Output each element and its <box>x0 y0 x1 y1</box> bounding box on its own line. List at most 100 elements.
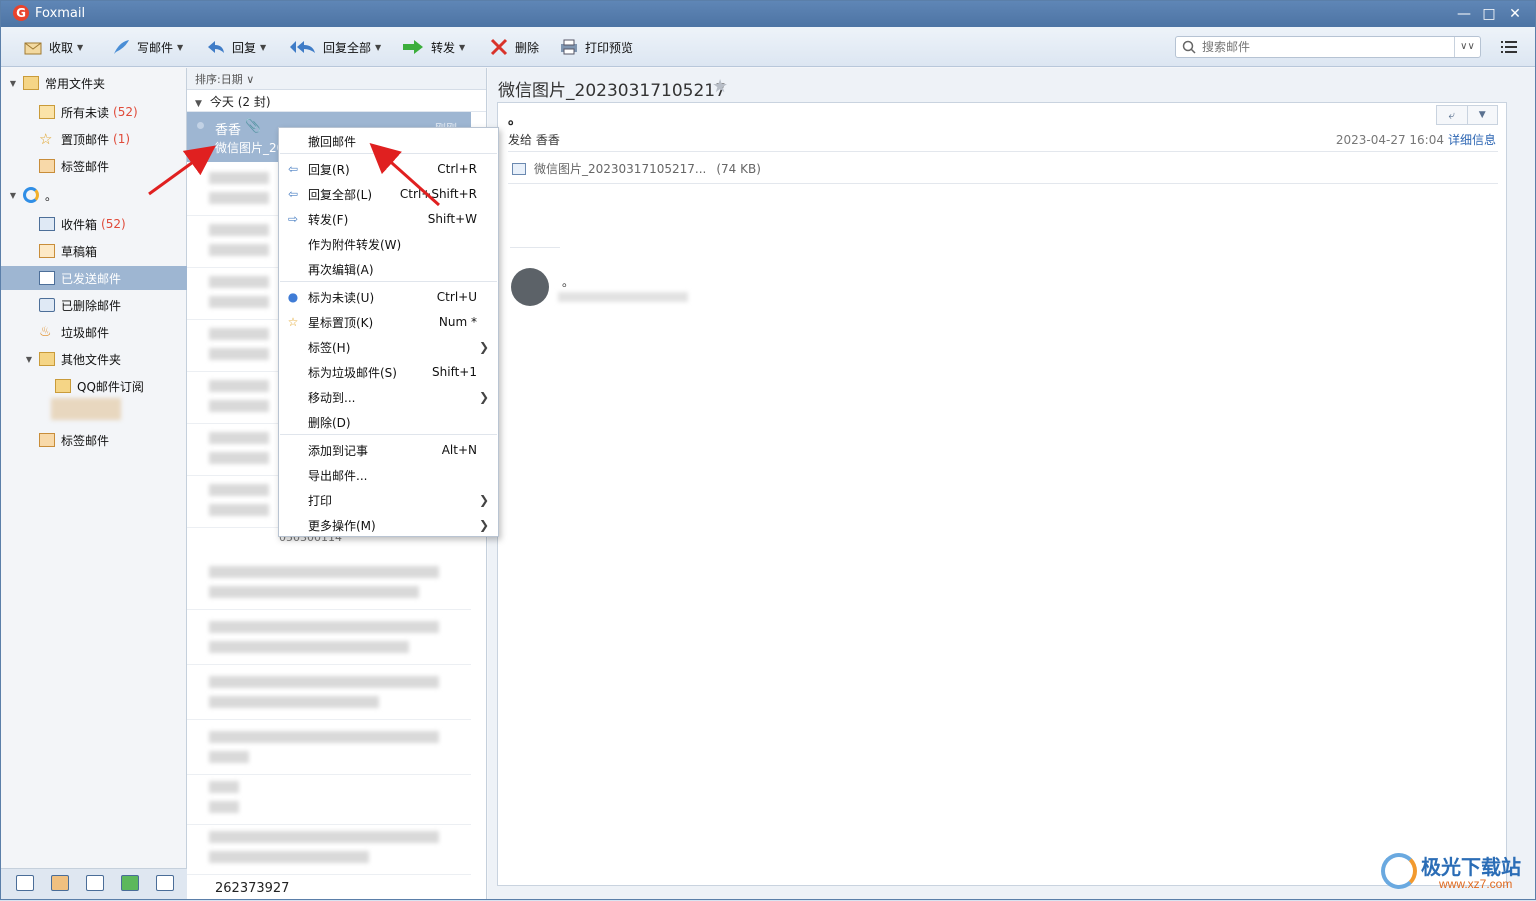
list-item[interactable] <box>187 613 471 665</box>
chevron-down-icon[interactable]: ▼ <box>1466 106 1498 124</box>
print-preview-button[interactable]: 打印预览 <box>559 36 633 58</box>
sidebar-item-drafts[interactable]: 草稿箱 <box>1 239 187 263</box>
compose-button[interactable]: 写邮件 ▼ <box>111 36 183 58</box>
minimize-icon[interactable]: — <box>1453 4 1475 24</box>
context-menu-item[interactable]: 再次编辑(A) <box>280 257 497 281</box>
context-menu-item[interactable]: ● 标为未读(U) Ctrl+U <box>280 285 497 309</box>
context-menu-item[interactable]: ⇦ 回复(R) Ctrl+R <box>280 157 497 181</box>
list-item[interactable] <box>187 668 471 720</box>
sidebar-item-tagged-2[interactable]: 标签邮件 <box>1 428 187 452</box>
context-menu-item[interactable]: 导出邮件... <box>280 463 497 487</box>
sent-icon <box>39 271 55 285</box>
search-options-icon[interactable]: ∨∨ <box>1454 37 1480 57</box>
context-menu-item[interactable]: 作为附件转发(W) <box>280 232 497 256</box>
context-menu-item[interactable]: 打印 ❯ <box>280 488 497 512</box>
receive-label: 收取 <box>49 40 74 55</box>
inbox-count: (52) <box>101 217 126 231</box>
list-item[interactable] <box>187 558 471 610</box>
sidebar-bottom-bar <box>1 868 187 899</box>
search-input[interactable] <box>1202 39 1448 55</box>
chevron-down-icon[interactable]: ▼ <box>459 43 465 52</box>
attachment-name: 微信图片_20230317105217... <box>534 162 707 176</box>
group-header-today[interactable]: ▼ 今天 (2 封) <box>187 90 486 112</box>
sender-name: 。 <box>508 112 522 128</box>
context-menu-item[interactable]: ⇦ 回复全部(L) Ctrl+Shift+R <box>280 182 497 206</box>
context-menu-item[interactable]: 撤回邮件 <box>280 129 497 153</box>
receive-button[interactable]: 收取 ▼ <box>23 36 83 58</box>
reply-button[interactable]: 回复 ▼ <box>206 36 266 58</box>
sidebar-item-label: 垃圾邮件 <box>61 325 110 340</box>
context-menu: 撤回邮件 ⇦ 回复(R) Ctrl+R ⇦ 回复全部(L) Ctrl+Shift+R ⇨ 转发(… <box>278 127 499 537</box>
menu-item-label: 回复(R) <box>308 162 350 177</box>
sidebar-common-folders[interactable]: ▼ 常用文件夹 <box>1 71 187 95</box>
close-icon[interactable]: ✕ <box>1504 4 1526 24</box>
sidebar-item-junk[interactable]: ♨ 垃圾邮件 <box>1 320 187 344</box>
context-menu-item[interactable]: 更多操作(M) ❯ <box>280 513 497 537</box>
list-item[interactable] <box>187 723 471 775</box>
collapse-triangle-icon[interactable]: ▼ <box>23 355 35 364</box>
main-menu-icon[interactable] <box>1501 40 1517 54</box>
notes-icon[interactable] <box>121 875 139 891</box>
context-menu-item[interactable]: 标签(H) ❯ <box>280 335 497 359</box>
mail-subject-heading: 微信图片_20230317105217 <box>498 81 726 101</box>
sort-bar[interactable]: 排序:日期 ∨ <box>187 68 486 90</box>
avatar[interactable] <box>511 268 549 306</box>
chevron-down-icon[interactable]: ▼ <box>177 43 183 52</box>
menu-separator <box>280 434 497 435</box>
delete-button[interactable]: 删除 <box>489 36 539 58</box>
context-menu-item[interactable]: ⇨ 转发(F) Shift+W <box>280 207 497 231</box>
sidebar-account[interactable]: ▼。 <box>1 183 187 207</box>
collapse-triangle-icon[interactable]: ▼ <box>7 191 19 200</box>
menu-item-label: 导出邮件... <box>308 468 368 483</box>
reply-all-button[interactable]: 回复全部 ▼ <box>289 36 381 58</box>
context-menu-item[interactable]: 移动到... ❯ <box>280 385 497 409</box>
folder-icon <box>39 105 55 119</box>
mail-date: 2023-04-27 16:04 详细信息 <box>1336 131 1496 148</box>
menu-item-label: 更多操作(M) <box>308 518 376 533</box>
chevron-down-icon[interactable]: ▼ <box>375 43 381 52</box>
sidebar-item-all-unread[interactable]: 所有未读 (52) <box>1 100 187 124</box>
star-icon: ☆ <box>39 130 53 148</box>
mail-view-icon[interactable] <box>16 875 34 891</box>
attachment-item[interactable]: 微信图片_20230317105217... (74 KB) <box>512 160 761 177</box>
maximize-icon[interactable]: □ <box>1478 4 1500 24</box>
last-mail-row-text[interactable]: 262373927 <box>215 881 289 896</box>
list-item[interactable] <box>187 823 471 875</box>
contacts-icon[interactable] <box>51 875 69 891</box>
sidebar-item-inbox[interactable]: 收件箱 (52) <box>1 212 187 236</box>
junk-fire-icon: ♨ <box>39 324 52 340</box>
read-dot-icon[interactable] <box>197 122 204 129</box>
context-menu-item[interactable]: 标为垃圾邮件(S) Shift+1 <box>280 360 497 384</box>
forward-icon: ⇨ <box>287 212 299 226</box>
chevron-down-icon[interactable]: ▼ <box>77 43 83 52</box>
context-menu-item[interactable]: 删除(D) <box>280 410 497 434</box>
menu-item-label: 撤回邮件 <box>308 134 357 149</box>
sidebar-item-pinned[interactable]: ☆ 置顶邮件 (1) <box>1 127 187 151</box>
context-menu-item[interactable]: 添加到记事 Alt+N <box>280 438 497 462</box>
menu-item-shortcut: Shift+W <box>427 212 477 226</box>
sidebar-item-sent[interactable]: 已发送邮件 <box>1 266 187 290</box>
collapse-triangle-icon[interactable]: ▼ <box>195 99 202 109</box>
folder-icon <box>23 76 39 90</box>
details-link[interactable]: 详细信息 <box>1448 133 1496 147</box>
context-menu-item[interactable]: ☆ 星标置顶(K) Num * <box>280 310 497 334</box>
divider <box>508 151 1498 152</box>
forward-arrow-icon <box>403 40 423 54</box>
calendar-icon[interactable] <box>86 875 104 891</box>
forward-button[interactable]: 转发 ▼ <box>401 36 465 58</box>
reply-all-arrow-icon <box>290 41 315 53</box>
list-item[interactable] <box>187 773 471 825</box>
sidebar-other-folders[interactable]: ▼ 其他文件夹 <box>1 347 187 371</box>
star-icon[interactable]: ★ <box>712 76 728 97</box>
collapse-triangle-icon[interactable]: ▼ <box>7 79 19 88</box>
recipient-line: 发给 香香 <box>508 133 560 147</box>
menu-item-label: 转发(F) <box>308 212 349 227</box>
chevron-down-icon[interactable]: ▼ <box>260 43 266 52</box>
sidebar-item-tagged[interactable]: 标签邮件 <box>1 154 187 178</box>
quick-reply-icon[interactable]: ⤶ <box>1437 106 1467 124</box>
feeds-icon[interactable] <box>156 875 174 891</box>
sidebar-item-qq-subscription[interactable]: QQ邮件订阅 <box>1 374 187 398</box>
reading-pane: 微信图片_20230317105217 ★ ⤶ ▼ 。 发给 香香 2023-04… <box>488 68 1535 899</box>
search-box[interactable]: ∨∨ <box>1175 36 1481 58</box>
sidebar-item-deleted[interactable]: 已删除邮件 <box>1 293 187 317</box>
